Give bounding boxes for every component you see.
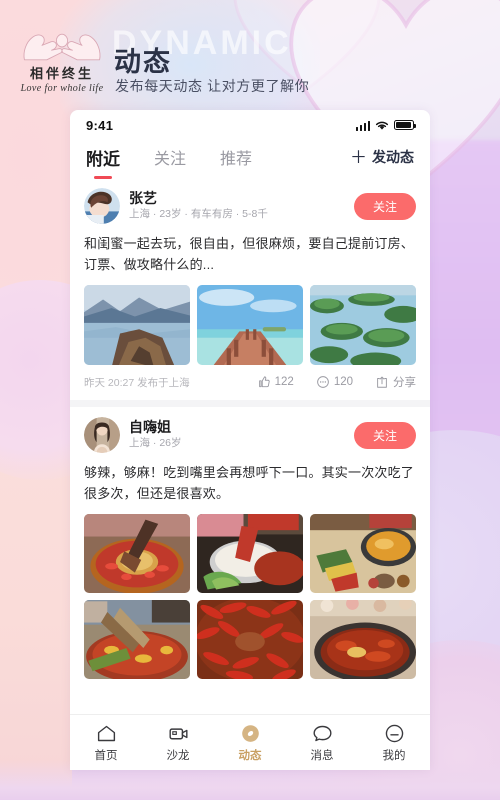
like-button[interactable]: 122 <box>257 375 294 389</box>
pinky-promise-hands-icon <box>23 33 101 61</box>
status-icons <box>355 120 416 131</box>
post-text: 够辣，够麻！吃到嘴里会再想呼下一口。其实一次次吃了很多次，但还是很喜欢。 <box>84 465 415 502</box>
post-author-meta: 自嗨姐 上海 · 26岁 <box>129 418 182 452</box>
feed-post[interactable]: 张艺 上海 · 23岁 · 有车有房 · 5-8千 关注 和闺蜜一起去玩，很自由… <box>70 178 430 400</box>
nav-label: 我的 <box>382 750 406 762</box>
post-image[interactable] <box>197 600 303 680</box>
share-icon <box>377 376 387 388</box>
nav-item-home[interactable]: 首页 <box>70 722 142 763</box>
status-bar: 9:41 <box>70 110 430 140</box>
page-subtitle: 发布每天动态 让对方更了解你 <box>115 78 310 94</box>
page-title: 动态 <box>114 47 172 77</box>
nav-label: 首页 <box>94 750 118 762</box>
post-image-gallery <box>84 514 416 680</box>
nav-item-profile[interactable]: 我的 <box>358 722 430 763</box>
nav-label: 动态 <box>238 750 262 762</box>
avatar[interactable] <box>84 188 120 224</box>
post-author-meta: 张艺 上海 · 23岁 · 有车有房 · 5-8千 <box>129 189 268 223</box>
post-image[interactable] <box>197 285 303 366</box>
post-image[interactable] <box>84 600 190 680</box>
phone-screen: 9:41 附近 关注 推荐 ＋ 发动态 张艺 上海 · 23岁 · 有车有房 ·… <box>70 110 430 770</box>
post-author-info: 上海 · 23岁 · 有车有房 · 5-8千 <box>129 208 268 221</box>
feed-tab-bar: 附近 关注 推荐 ＋ 发动态 <box>70 140 430 178</box>
post-author-name: 自嗨姐 <box>129 419 171 436</box>
post-image[interactable] <box>84 285 190 366</box>
post-image-gallery <box>84 285 416 366</box>
post-image[interactable] <box>310 285 416 366</box>
create-post-button[interactable]: ＋ 发动态 <box>350 147 414 175</box>
nav-label: 沙龙 <box>166 750 190 762</box>
comment-button[interactable]: 120 <box>316 375 353 389</box>
brand-tagline-en: Love for whole life <box>20 83 104 94</box>
video-icon <box>142 722 214 744</box>
nav-item-salon[interactable]: 沙龙 <box>142 722 214 763</box>
tab-following[interactable]: 关注 <box>154 145 186 177</box>
brand-logo: 相伴终生 Love for whole life <box>12 24 112 94</box>
tab-recommended[interactable]: 推荐 <box>220 145 252 177</box>
post-author-info: 上海 · 26岁 <box>129 437 182 450</box>
dynamic-icon <box>214 722 286 744</box>
page-header: 相伴终生 Love for whole life DYNAMIC 动态 发布每天… <box>0 0 500 110</box>
post-actions: 122 120 分享 <box>257 374 416 390</box>
like-count: 122 <box>274 376 294 389</box>
profile-icon <box>358 722 430 744</box>
follow-button[interactable]: 关注 <box>353 192 416 220</box>
feed-post[interactable]: 自嗨姐 上海 · 26岁 关注 够辣，够麻！吃到嘴里会再想呼下一口。其实一次次吃… <box>70 407 430 680</box>
comment-count: 120 <box>333 376 353 389</box>
wifi-icon <box>375 121 389 130</box>
nav-item-messages[interactable]: 消息 <box>286 722 358 763</box>
post-image[interactable] <box>84 514 190 594</box>
thumbs-up-icon <box>258 376 270 388</box>
post-image[interactable] <box>310 600 416 680</box>
post-footer: 昨天 20:27 发布于上海 122 120 分享 <box>84 374 416 400</box>
feed-divider <box>70 400 430 408</box>
comment-icon <box>316 376 329 388</box>
chat-icon <box>286 722 358 744</box>
post-image[interactable] <box>310 514 416 594</box>
cellular-signal-icon <box>355 120 370 131</box>
follow-button[interactable]: 关注 <box>353 421 416 449</box>
share-label: 分享 <box>393 377 416 390</box>
share-button[interactable]: 分享 <box>375 374 416 390</box>
home-icon <box>70 722 142 744</box>
tab-nearby[interactable]: 附近 <box>86 145 120 178</box>
battery-full-icon <box>394 120 416 130</box>
nav-label: 消息 <box>310 750 334 762</box>
plus-icon: ＋ <box>350 147 367 167</box>
status-clock: 9:41 <box>86 117 114 133</box>
post-header: 自嗨姐 上海 · 26岁 关注 <box>84 417 416 454</box>
post-author-name: 张艺 <box>129 190 157 207</box>
feed-list[interactable]: 张艺 上海 · 23岁 · 有车有房 · 5-8千 关注 和闺蜜一起去玩，很自由… <box>70 178 430 714</box>
bottom-navigation: 首页 沙龙 动态 消息 我的 <box>70 714 430 770</box>
brand-name-cn: 相伴终生 <box>29 66 94 81</box>
avatar[interactable] <box>84 417 120 454</box>
post-text: 和闺蜜一起去玩，很自由，但很麻烦，要自己提前订房、订票、做攻略什么的... <box>84 236 415 273</box>
create-post-label: 发动态 <box>372 149 414 165</box>
nav-item-dynamic[interactable]: 动态 <box>214 722 286 763</box>
post-timestamp: 昨天 20:27 发布于上海 <box>84 376 190 389</box>
post-image[interactable] <box>197 514 303 594</box>
post-header: 张艺 上海 · 23岁 · 有车有房 · 5-8千 关注 <box>84 188 416 224</box>
